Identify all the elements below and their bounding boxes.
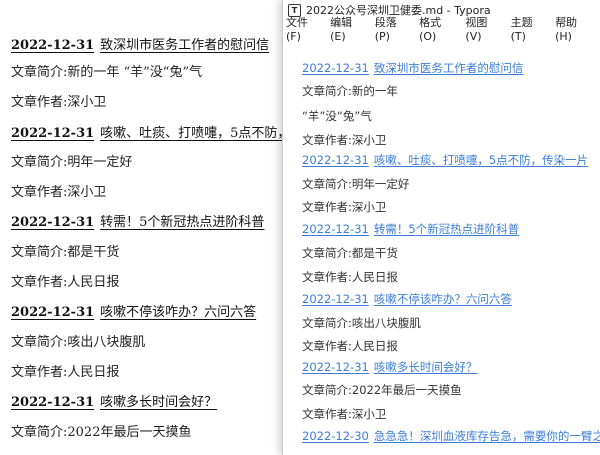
doc-entry-title: 2022-12-31 致深圳市医务工作者的慰问信 bbox=[11, 38, 269, 54]
article-link[interactable]: 2022-12-31 咳嗽、吐痰、打喷嚏，5点不防，传染一片 bbox=[302, 153, 588, 168]
article-link[interactable]: 2022-12-31 转需！5个新冠热点进阶科普 bbox=[302, 222, 519, 237]
article-meta-text: 文章作者:人民日报 bbox=[302, 270, 398, 284]
menu-bar: 文件(F) 编辑(E) 段落(P) 格式(O) 视图(V) 主题(T) 帮助(H) bbox=[283, 16, 600, 43]
article-title: 急急急！深圳血液库存告急，需要你的一臂之力 bbox=[373, 429, 600, 443]
article-meta-text: 文章简介:都是干货 bbox=[302, 246, 398, 260]
doc-entry-text: 文章简介:明年一定好 bbox=[11, 155, 133, 170]
article-meta-text: 文章简介:2022年最后一天摸鱼 bbox=[302, 383, 462, 397]
doc-entry-text: 文章作者:深小卫 bbox=[11, 185, 107, 200]
article-link[interactable]: 2022-12-31 咳嗽多长时间会好？ bbox=[302, 360, 477, 375]
article-meta-text: 文章作者:人民日报 bbox=[302, 339, 398, 353]
doc-entry-heading: 咳嗽不停该咋办？六问六答 bbox=[100, 305, 257, 320]
article-date: 2022-12-30 bbox=[302, 429, 369, 443]
doc-entry-date: 2022-12-31 bbox=[11, 215, 95, 230]
doc-entry-text: 文章作者:人民日报 bbox=[11, 365, 120, 380]
article-date: 2022-12-31 bbox=[302, 61, 369, 75]
doc-entry-title: 2022-12-31 转需！5个新冠热点进阶科普 bbox=[11, 215, 264, 231]
doc-entry-date: 2022-12-31 bbox=[11, 126, 95, 141]
article-title: 咳嗽不停该咋办？六问六答 bbox=[373, 292, 512, 306]
article-meta-text: 文章简介:明年一定好 bbox=[302, 177, 410, 191]
article-link[interactable]: 2022-12-30 急急急！深圳血液库存告急，需要你的一臂之力 bbox=[302, 429, 600, 444]
doc-entry-date: 2022-12-31 bbox=[11, 395, 95, 410]
article-meta-text: 文章简介:咳出八块腹肌 bbox=[302, 316, 421, 330]
doc-entry-heading: 转需！5个新冠热点进阶科普 bbox=[100, 215, 265, 230]
doc-entry-date: 2022-12-31 bbox=[11, 38, 95, 53]
article-link[interactable]: 2022-12-31 致深圳市医务工作者的慰问信 bbox=[302, 61, 523, 76]
article-date: 2022-12-31 bbox=[302, 360, 369, 374]
doc-entry-date: 2022-12-31 bbox=[11, 305, 95, 320]
typora-window[interactable]: T 2022公众号深圳卫健委.md - Typora 文件(F) 编辑(E) 段落(… bbox=[282, 0, 600, 455]
doc-entry-heading: 咳嗽多长时间会好？ bbox=[100, 395, 218, 410]
doc-entry-text: 文章作者:深小卫 bbox=[11, 95, 107, 110]
article-title: 致深圳市医务工作者的慰问信 bbox=[373, 61, 524, 75]
article-title: 转需！5个新冠热点进阶科普 bbox=[373, 222, 520, 236]
doc-entry-text: 文章简介:新的一年 “羊”没“兔”气 bbox=[11, 65, 203, 80]
doc-entry-heading: 致深圳市医务工作者的慰问信 bbox=[100, 38, 270, 53]
doc-entry-text: 文章简介:2022年最后一天摸鱼 bbox=[11, 425, 192, 440]
doc-entry-title: 2022-12-31 咳嗽多长时间会好？ bbox=[11, 395, 217, 411]
doc-entry-title: 2022-12-31 咳嗽、吐痰、打喷嚏，5点不防，传染 bbox=[11, 126, 316, 142]
doc-entry-text: 文章简介:咳出八块腹肌 bbox=[11, 335, 146, 350]
article-title: 咳嗽、吐痰、打喷嚏，5点不防，传染一片 bbox=[373, 153, 589, 167]
article-meta-text: 文章作者:深小卫 bbox=[302, 200, 387, 214]
article-meta-text: 文章作者:深小卫 bbox=[302, 133, 387, 147]
doc-entry-text: 文章作者:人民日报 bbox=[11, 275, 120, 290]
article-title: 咳嗽多长时间会好？ bbox=[373, 360, 478, 374]
doc-entry-title: 2022-12-31 咳嗽不停该咋办？六问六答 bbox=[11, 305, 256, 321]
article-date: 2022-12-31 bbox=[302, 222, 369, 236]
doc-entry-text: 文章简介:都是干货 bbox=[11, 245, 120, 260]
article-date: 2022-12-31 bbox=[302, 153, 369, 167]
editor-area[interactable]: 2022-12-31 致深圳市医务工作者的慰问信文章简介:新的一年 “羊”没“兔”气… bbox=[283, 37, 600, 455]
article-link[interactable]: 2022-12-31 咳嗽不停该咋办？六问六答 bbox=[302, 292, 512, 307]
article-meta-text: 文章作者:深小卫 bbox=[302, 407, 387, 421]
article-meta-text: 文章简介:新的一年 bbox=[302, 84, 398, 98]
article-date: 2022-12-31 bbox=[302, 292, 369, 306]
article-meta-text: “羊”没“兔”气 bbox=[302, 109, 372, 123]
